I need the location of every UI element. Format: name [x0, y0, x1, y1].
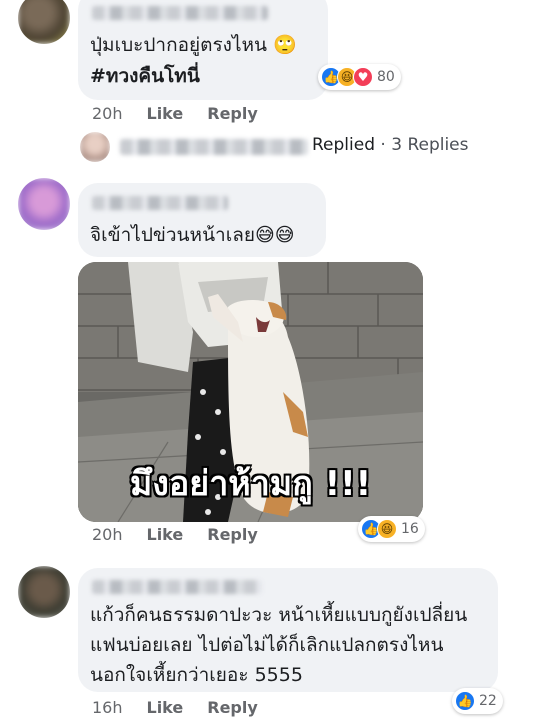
- reaction-summary[interactable]: 👍 22: [452, 688, 503, 714]
- timestamp[interactable]: 16h: [92, 698, 123, 717]
- comment-text: ปุ่มเบะปากอยู่ตรงไหน 🙄: [90, 34, 297, 56]
- like-button[interactable]: Like: [147, 698, 184, 717]
- like-button[interactable]: Like: [147, 525, 184, 544]
- love-icon: ♥: [353, 67, 373, 87]
- haha-icon: 😆: [377, 519, 397, 539]
- commenter-name[interactable]: [92, 580, 262, 594]
- like-button[interactable]: Like: [147, 104, 184, 123]
- comment-image[interactable]: มึงอย่าห้ามกู !!!: [78, 262, 423, 522]
- replied-label: Replied: [312, 135, 375, 155]
- commenter-name[interactable]: [92, 6, 268, 20]
- replier-name[interactable]: [120, 139, 308, 155]
- avatar[interactable]: [18, 566, 70, 618]
- reply-avatar[interactable]: [80, 132, 110, 162]
- reply-button[interactable]: Reply: [207, 104, 258, 123]
- reaction-summary[interactable]: 👍 😆 ♥ 80: [318, 64, 401, 90]
- reply-button[interactable]: Reply: [207, 698, 258, 717]
- comment-actions: 20h Like Reply: [92, 104, 258, 123]
- commenter-name[interactable]: [92, 196, 228, 210]
- timestamp[interactable]: 20h: [92, 104, 123, 123]
- reaction-count: 80: [377, 69, 395, 85]
- comment-text-line: นอกใจเหี้ยกว่าเยอะ 5555: [90, 664, 303, 686]
- like-icon: 👍: [455, 691, 475, 711]
- avatar[interactable]: [18, 0, 70, 44]
- separator: ·: [375, 135, 392, 155]
- comment-actions: 20h Like Reply: [92, 525, 258, 544]
- comment-actions: 16h Like Reply: [92, 698, 258, 717]
- reaction-count: 16: [401, 521, 419, 537]
- comment-text-line: แฟนบ่อยเลย ไปต่อไม่ได้ก็เลิกแปลกตรงไหน: [90, 634, 444, 656]
- reply-button[interactable]: Reply: [207, 525, 258, 544]
- hashtag-link[interactable]: #ทวงคืนโทนี่: [90, 61, 200, 91]
- reaction-count: 22: [479, 693, 497, 709]
- timestamp[interactable]: 20h: [92, 525, 123, 544]
- view-replies-link[interactable]: Replied · 3 Replies: [312, 135, 469, 155]
- reaction-summary[interactable]: 👍 😆 16: [358, 516, 425, 542]
- comment-text-line: แก้วก็คนธรรมดาปะวะ หน้าเหี้ยแบบกูยังเปลี…: [90, 604, 468, 626]
- avatar[interactable]: [18, 178, 70, 230]
- reply-count: 3 Replies: [391, 135, 469, 155]
- meme-caption: มึงอย่าห้ามกู !!!: [129, 464, 372, 504]
- comment-text: จิเข้าไปข่วนหน้าเลย😅😅: [90, 224, 295, 246]
